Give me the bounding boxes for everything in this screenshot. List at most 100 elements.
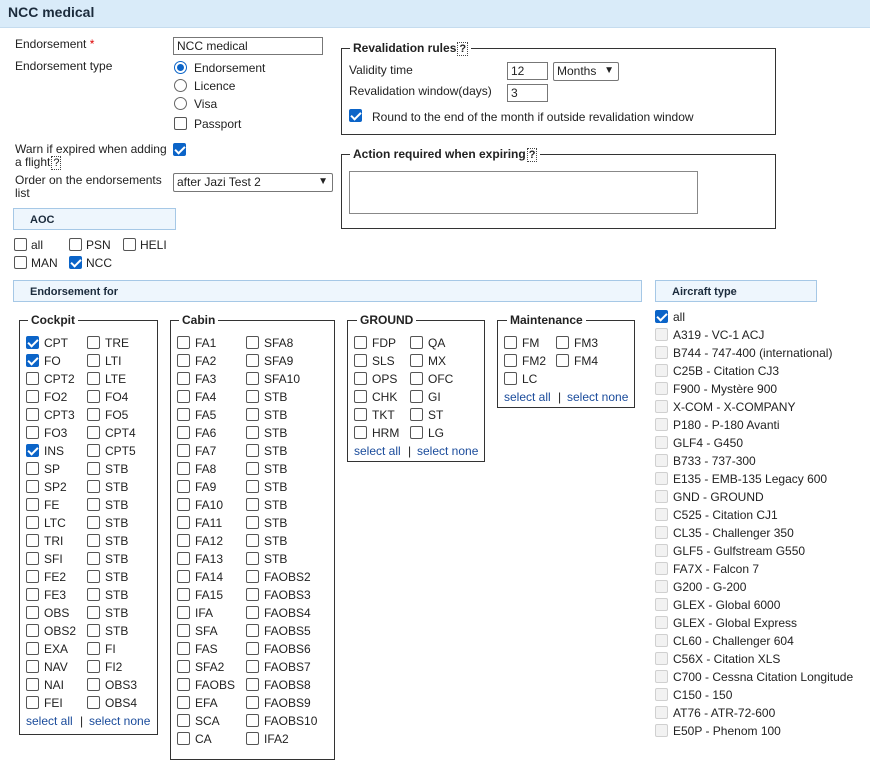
cockpit-stb-checkbox[interactable] — [87, 480, 100, 493]
ground-select-all-link[interactable]: select all — [354, 444, 401, 458]
cabin-sfa2-checkbox[interactable] — [177, 660, 190, 673]
cabin-stb-checkbox[interactable] — [246, 426, 259, 439]
maint-fm-checkbox[interactable] — [504, 336, 517, 349]
cabin-fa6-checkbox[interactable] — [177, 426, 190, 439]
cockpit-obs4-checkbox[interactable] — [87, 696, 100, 709]
cabin-stb-checkbox[interactable] — [246, 462, 259, 475]
cockpit-lte-checkbox[interactable] — [87, 372, 100, 385]
type-visa-radio[interactable] — [174, 97, 187, 110]
cabin-faobs2-checkbox[interactable] — [246, 570, 259, 583]
maint-select-none-link[interactable]: select none — [567, 390, 628, 404]
cabin-faobs3-checkbox[interactable] — [246, 588, 259, 601]
ground-chk-checkbox[interactable] — [354, 390, 367, 403]
cockpit-exa-checkbox[interactable] — [26, 642, 39, 655]
cockpit-stb-checkbox[interactable] — [87, 552, 100, 565]
cabin-fa15-checkbox[interactable] — [177, 588, 190, 601]
warn-checkbox[interactable] — [173, 143, 186, 156]
type-passport-checkbox[interactable] — [174, 117, 187, 130]
cabin-fa4-checkbox[interactable] — [177, 390, 190, 403]
action-help-icon[interactable]: ? — [526, 148, 538, 162]
maint-lc-checkbox[interactable] — [504, 372, 517, 385]
window-input[interactable]: 3 — [507, 84, 548, 102]
cockpit-sfi-checkbox[interactable] — [26, 552, 39, 565]
ground-st-checkbox[interactable] — [410, 408, 423, 421]
cockpit-fe-checkbox[interactable] — [26, 498, 39, 511]
cockpit-fo5-checkbox[interactable] — [87, 408, 100, 421]
maint-select-all-link[interactable]: select all — [504, 390, 551, 404]
ground-select-none-link[interactable]: select none — [417, 444, 478, 458]
cockpit-select-none-link[interactable]: select none — [89, 714, 150, 728]
cabin-stb-checkbox[interactable] — [246, 390, 259, 403]
cabin-stb-checkbox[interactable] — [246, 516, 259, 529]
ground-gi-checkbox[interactable] — [410, 390, 423, 403]
cabin-sfa8-checkbox[interactable] — [246, 336, 259, 349]
aoc-all-checkbox[interactable] — [14, 238, 27, 251]
aoc-man-checkbox[interactable] — [14, 256, 27, 269]
cabin-sfa-checkbox[interactable] — [177, 624, 190, 637]
cabin-fa10-checkbox[interactable] — [177, 498, 190, 511]
ground-tkt-checkbox[interactable] — [354, 408, 367, 421]
cockpit-stb-checkbox[interactable] — [87, 498, 100, 511]
ground-sls-checkbox[interactable] — [354, 354, 367, 367]
cockpit-sp-checkbox[interactable] — [26, 462, 39, 475]
cabin-faobs7-checkbox[interactable] — [246, 660, 259, 673]
cabin-stb-checkbox[interactable] — [246, 408, 259, 421]
cabin-fa9-checkbox[interactable] — [177, 480, 190, 493]
ground-ofc-checkbox[interactable] — [410, 372, 423, 385]
cabin-fa12-checkbox[interactable] — [177, 534, 190, 547]
cabin-fa1-checkbox[interactable] — [177, 336, 190, 349]
cockpit-stb-checkbox[interactable] — [87, 516, 100, 529]
cabin-ifa-checkbox[interactable] — [177, 606, 190, 619]
cockpit-lti-checkbox[interactable] — [87, 354, 100, 367]
cabin-fa14-checkbox[interactable] — [177, 570, 190, 583]
aoc-heli-checkbox[interactable] — [123, 238, 136, 251]
type-licence-radio[interactable] — [174, 79, 187, 92]
cabin-faobs5-checkbox[interactable] — [246, 624, 259, 637]
cockpit-tri-checkbox[interactable] — [26, 534, 39, 547]
cabin-fa13-checkbox[interactable] — [177, 552, 190, 565]
cockpit-obs3-checkbox[interactable] — [87, 678, 100, 691]
cockpit-fei-checkbox[interactable] — [26, 696, 39, 709]
cabin-sfa10-checkbox[interactable] — [246, 372, 259, 385]
maint-fm4-checkbox[interactable] — [556, 354, 569, 367]
cockpit-fi-checkbox[interactable] — [87, 642, 100, 655]
cabin-fa5-checkbox[interactable] — [177, 408, 190, 421]
cabin-stb-checkbox[interactable] — [246, 498, 259, 511]
action-textarea[interactable] — [349, 171, 698, 214]
cockpit-stb-checkbox[interactable] — [87, 588, 100, 601]
warn-help-icon[interactable]: ? — [51, 156, 62, 170]
cabin-faobs4-checkbox[interactable] — [246, 606, 259, 619]
cockpit-ltc-checkbox[interactable] — [26, 516, 39, 529]
cabin-fa3-checkbox[interactable] — [177, 372, 190, 385]
cabin-fa8-checkbox[interactable] — [177, 462, 190, 475]
cabin-stb-checkbox[interactable] — [246, 444, 259, 457]
cockpit-cpt3-checkbox[interactable] — [26, 408, 39, 421]
ground-fdp-checkbox[interactable] — [354, 336, 367, 349]
cockpit-fo2-checkbox[interactable] — [26, 390, 39, 403]
cabin-faobs9-checkbox[interactable] — [246, 696, 259, 709]
cockpit-stb-checkbox[interactable] — [87, 624, 100, 637]
validity-unit-select[interactable]: Months ▼ — [553, 62, 619, 81]
cabin-stb-checkbox[interactable] — [246, 534, 259, 547]
cabin-ca-checkbox[interactable] — [177, 732, 190, 745]
ground-ops-checkbox[interactable] — [354, 372, 367, 385]
maint-fm3-checkbox[interactable] — [556, 336, 569, 349]
cockpit-sp2-checkbox[interactable] — [26, 480, 39, 493]
cabin-fas-checkbox[interactable] — [177, 642, 190, 655]
cockpit-fo4-checkbox[interactable] — [87, 390, 100, 403]
cabin-faobs10-checkbox[interactable] — [246, 714, 259, 727]
cockpit-cpt-checkbox[interactable] — [26, 336, 39, 349]
cockpit-fi2-checkbox[interactable] — [87, 660, 100, 673]
cockpit-fe3-checkbox[interactable] — [26, 588, 39, 601]
cockpit-fe2-checkbox[interactable] — [26, 570, 39, 583]
cockpit-obs2-checkbox[interactable] — [26, 624, 39, 637]
cabin-fa7-checkbox[interactable] — [177, 444, 190, 457]
cabin-stb-checkbox[interactable] — [246, 552, 259, 565]
cabin-fa11-checkbox[interactable] — [177, 516, 190, 529]
round-checkbox[interactable] — [349, 109, 362, 122]
cockpit-nav-checkbox[interactable] — [26, 660, 39, 673]
aoc-psn-checkbox[interactable] — [69, 238, 82, 251]
cabin-ifa2-checkbox[interactable] — [246, 732, 259, 745]
validity-input[interactable]: 12 — [507, 62, 548, 80]
ground-hrm-checkbox[interactable] — [354, 426, 367, 439]
